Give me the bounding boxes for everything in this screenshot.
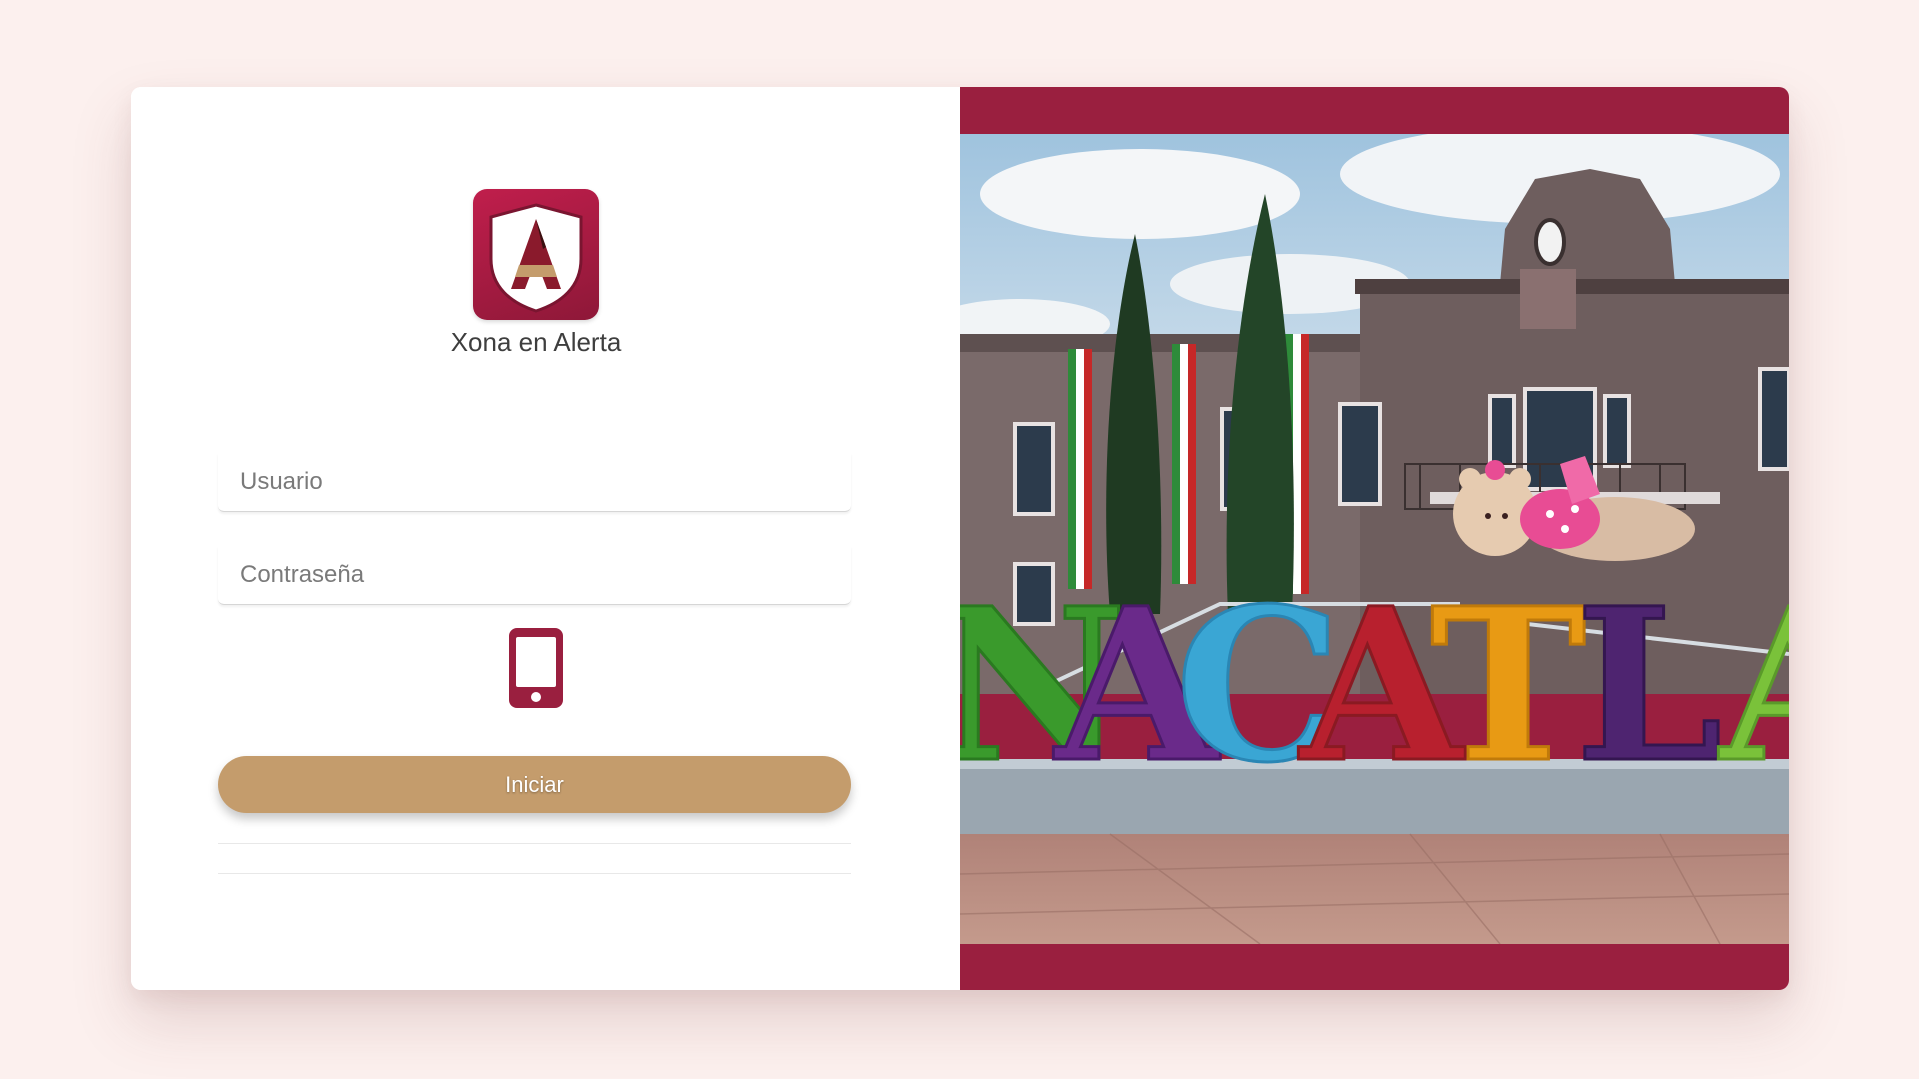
- username-field: [218, 453, 851, 512]
- divider: [218, 873, 851, 874]
- sign-letter: L: [1575, 562, 1723, 809]
- password-field: [218, 546, 851, 605]
- login-card: A Xona en Alerta Iniciar: [131, 87, 1789, 990]
- login-panel: A Xona en Alerta Iniciar: [131, 87, 960, 990]
- smartphone-icon[interactable]: [507, 626, 565, 710]
- password-input[interactable]: [218, 546, 851, 604]
- app-logo: A: [473, 189, 599, 320]
- sign-letter: A: [1718, 562, 1789, 809]
- app-name: Xona en Alerta: [450, 327, 622, 357]
- sign-letter: T: [1430, 562, 1586, 809]
- login-button[interactable]: Iniciar: [218, 756, 851, 813]
- photo-panel: N A C A T L A: [960, 87, 1789, 990]
- town-sign-photo: N A C A T L A: [960, 134, 1789, 944]
- username-input[interactable]: [218, 453, 851, 511]
- divider: [218, 843, 851, 844]
